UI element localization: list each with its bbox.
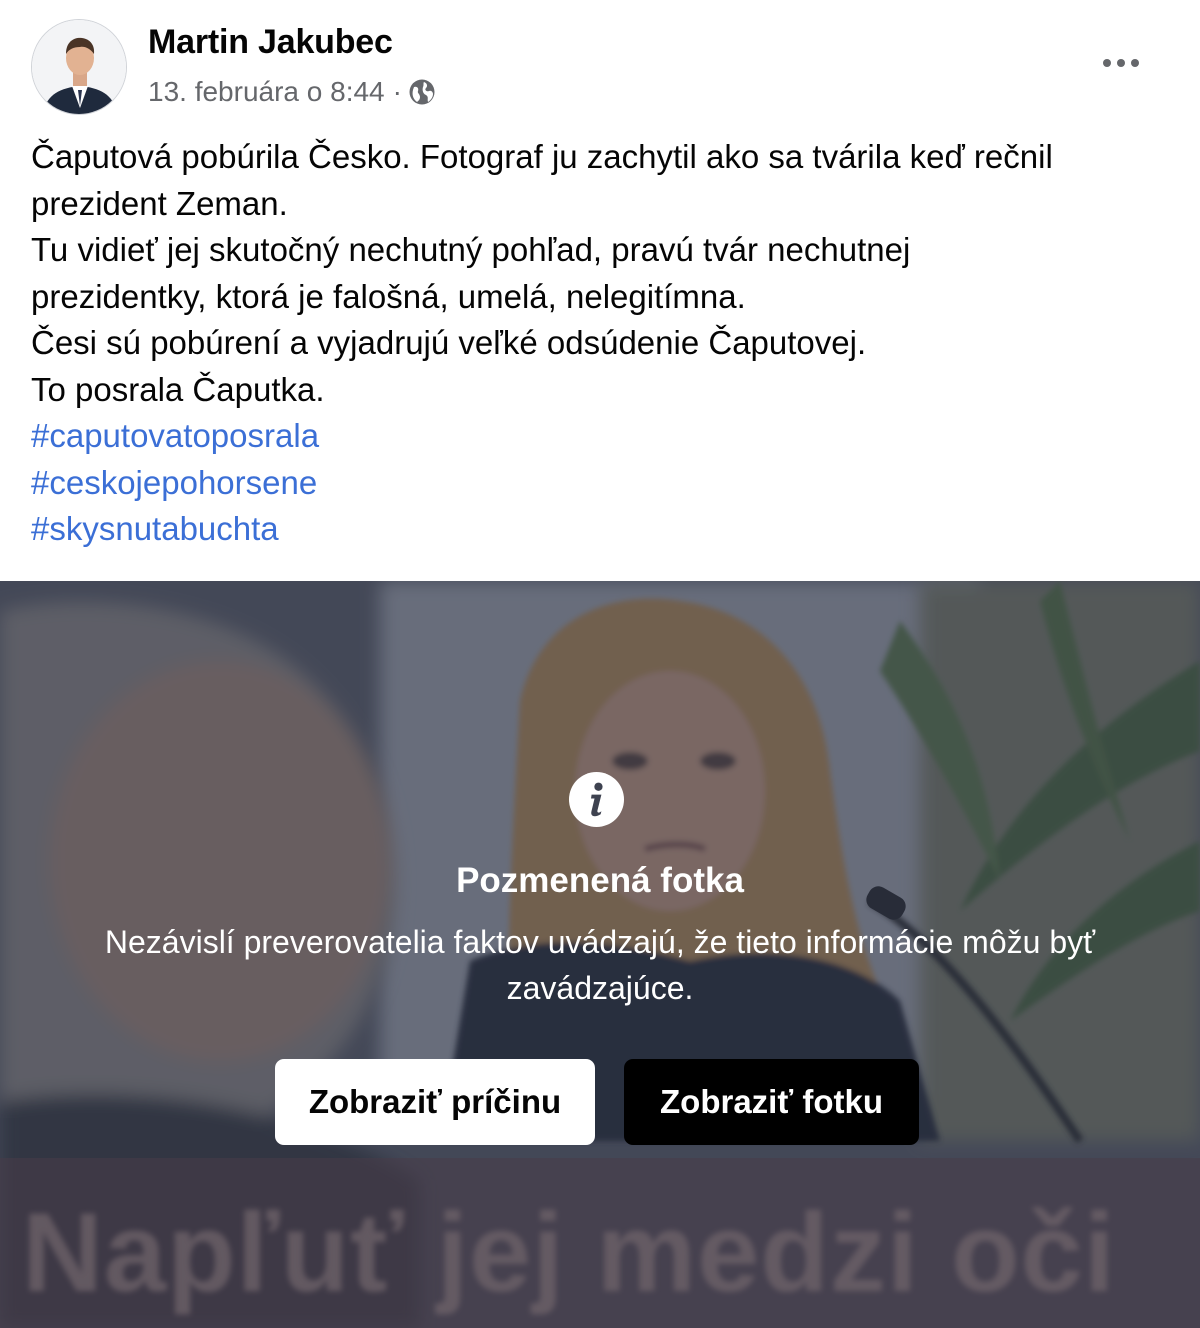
post-text-line: Tu vidieť jej skutočný nechutný pohľad, … — [31, 231, 911, 268]
post-timestamp[interactable]: 13. februára o 8:44 — [148, 72, 385, 112]
post-text-line: prezidentky, ktorá je falošná, umelá, ne… — [31, 277, 746, 315]
post-text-line: Česi sú pobúrení a vyjadrujú veľké odsúd… — [31, 324, 867, 361]
info-icon — [568, 771, 625, 828]
globe-icon[interactable] — [408, 78, 436, 106]
person-avatar-icon — [32, 20, 126, 114]
post-text-line: prezident Zeman. — [31, 184, 288, 222]
see-photo-button[interactable]: Zobraziť fotku — [624, 1059, 919, 1145]
fact-check-description: Nezávislí preverovatelia faktov uvádzajú… — [104, 924, 1096, 1006]
hashtag-link[interactable]: #ceskojepohorsene — [31, 460, 317, 507]
post-meta: 13. februára o 8:44 · — [148, 72, 436, 112]
author-name[interactable]: Martin Jakubec — [148, 20, 393, 64]
see-why-button[interactable]: Zobraziť príčinu — [275, 1059, 595, 1145]
post-text-line: Čaputová pobúrila Česko. Fotograf ju zac… — [31, 138, 1053, 175]
blurred-caption: Napľuť jej medzi oči — [22, 1190, 1116, 1315]
hashtag-link[interactable]: #caputovatoposrala — [31, 413, 319, 460]
hashtag-link[interactable]: #skysnutabuchta — [31, 506, 279, 553]
fact-check-title: Pozmenená fotka — [456, 861, 744, 900]
meta-separator: · — [392, 76, 402, 107]
post-options-button[interactable] — [1092, 40, 1150, 86]
author-avatar[interactable] — [31, 19, 127, 115]
post-text-line: To posrala Čaputka. — [31, 370, 325, 408]
fact-check-photo: Napľuť jej medzi oči Pozmenená fotka Nez… — [0, 581, 1200, 1328]
post-text: Čaputová pobúrila Česko. Fotograf ju zac… — [31, 134, 1181, 553]
facebook-post: Martin Jakubec 13. februára o 8:44 · Čap… — [0, 0, 1200, 1328]
more-horizontal-icon — [1103, 59, 1139, 67]
blurred-caption-strip: Napľuť jej medzi oči — [0, 1158, 1200, 1328]
